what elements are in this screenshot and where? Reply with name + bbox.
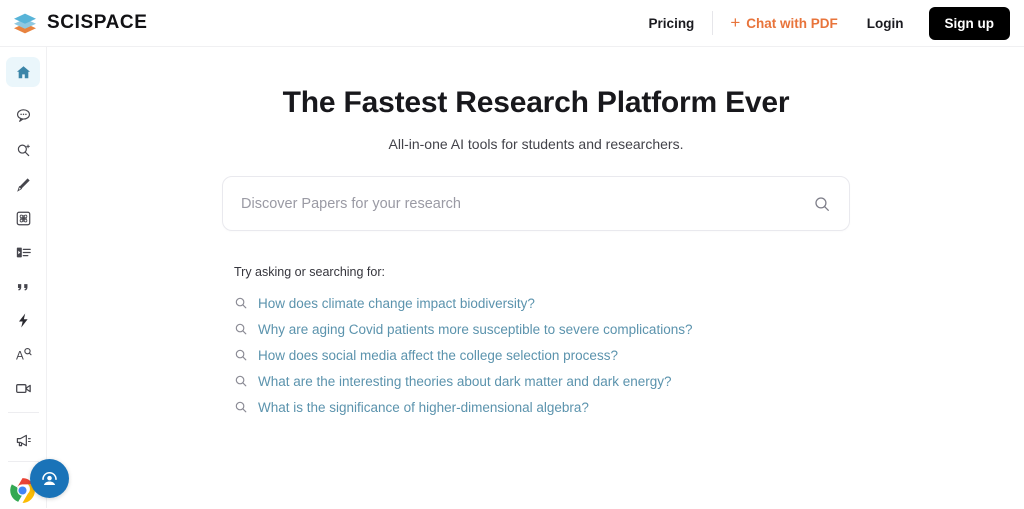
search-icon (235, 375, 247, 387)
home-icon (16, 65, 30, 78)
brand-name: SCISPACE (47, 12, 148, 33)
top-header: SCISPACE Pricing + Chat with PDF Login S… (0, 0, 1024, 47)
svg-text:A: A (15, 349, 23, 362)
search-icon (815, 196, 829, 211)
nav-login[interactable]: Login (852, 0, 919, 47)
sidebar-item-announcements[interactable] (6, 425, 40, 455)
sidebar-divider-bottom (8, 461, 39, 462)
sidebar-item-chat[interactable] (6, 100, 40, 130)
support-chat-button[interactable] (30, 459, 69, 498)
suggestions-section: Try asking or searching for: How does cl… (234, 265, 854, 420)
search-bar[interactable] (222, 176, 850, 231)
sidebar-item-citation-generator[interactable] (6, 271, 40, 301)
sidebar-item-summarize[interactable] (6, 237, 40, 267)
lightning-bolt-icon (18, 313, 28, 327)
brand-logo-group[interactable]: SCISPACE (12, 10, 148, 36)
sidebar-item-ai-detector[interactable]: A (6, 339, 40, 369)
suggestion-item[interactable]: How does social media affect the college… (234, 342, 854, 368)
main-content: The Fastest Research Platform Ever All-i… (48, 47, 1024, 508)
search-icon (235, 323, 247, 335)
sidebar-divider (8, 412, 39, 413)
nav-pricing[interactable]: Pricing (634, 0, 710, 47)
header-nav: Pricing + Chat with PDF Login Sign up (634, 0, 1010, 47)
atom-icon (16, 211, 30, 225)
search-icon (235, 297, 247, 309)
sidebar-item-literature-review[interactable] (6, 135, 40, 165)
plus-icon: + (730, 13, 741, 32)
sidebar-item-paraphraser[interactable] (6, 169, 40, 199)
suggestion-item[interactable]: What are the interesting theories about … (234, 368, 854, 394)
sidebar-item-video-tutorials[interactable] (6, 373, 40, 403)
nav-divider (712, 11, 714, 35)
search-submit-button[interactable] (807, 195, 849, 213)
suggestion-item[interactable]: Why are aging Covid patients more suscep… (234, 316, 854, 342)
support-agent-icon (42, 471, 57, 485)
suggestion-item[interactable]: What is the significance of higher-dimen… (234, 394, 854, 420)
search-document-icon (17, 144, 30, 156)
suggestion-label: What are the interesting theories about … (258, 373, 672, 389)
megaphone-icon (16, 434, 31, 446)
sidebar-item-home[interactable] (6, 57, 40, 87)
quote-marks-icon (17, 283, 27, 291)
suggestion-label: How does social media affect the college… (258, 347, 618, 363)
search-input[interactable] (223, 195, 807, 212)
signup-button[interactable]: Sign up (928, 6, 1010, 40)
chat-bubble-icon (16, 108, 30, 122)
suggestion-label: Why are aging Covid patients more suscep… (258, 321, 693, 337)
pencil-icon (16, 177, 30, 192)
a-magnifier-icon: A (15, 347, 32, 362)
suggestions-heading: Try asking or searching for: (234, 265, 385, 279)
suggestion-item[interactable]: How does climate change impact biodivers… (234, 290, 854, 316)
chat-with-pdf-label: Chat with PDF (746, 15, 838, 31)
list-lines-icon (16, 247, 31, 257)
page-subtitle: All-in-one AI tools for students and res… (388, 136, 684, 152)
nav-chat-with-pdf[interactable]: + Chat with PDF (716, 13, 851, 32)
suggestion-label: What is the significance of higher-dimen… (258, 399, 589, 415)
sidebar-item-ai-writer[interactable] (6, 305, 40, 335)
video-camera-icon (15, 383, 31, 393)
sidebar-item-extract-data[interactable] (6, 203, 40, 233)
left-sidebar: A (0, 47, 69, 508)
search-icon (235, 401, 247, 413)
page-title: The Fastest Research Platform Ever (282, 86, 790, 119)
scispace-stacked-diamond-logo (12, 10, 38, 36)
suggestion-label: How does climate change impact biodivers… (258, 295, 535, 311)
search-icon (235, 349, 247, 361)
